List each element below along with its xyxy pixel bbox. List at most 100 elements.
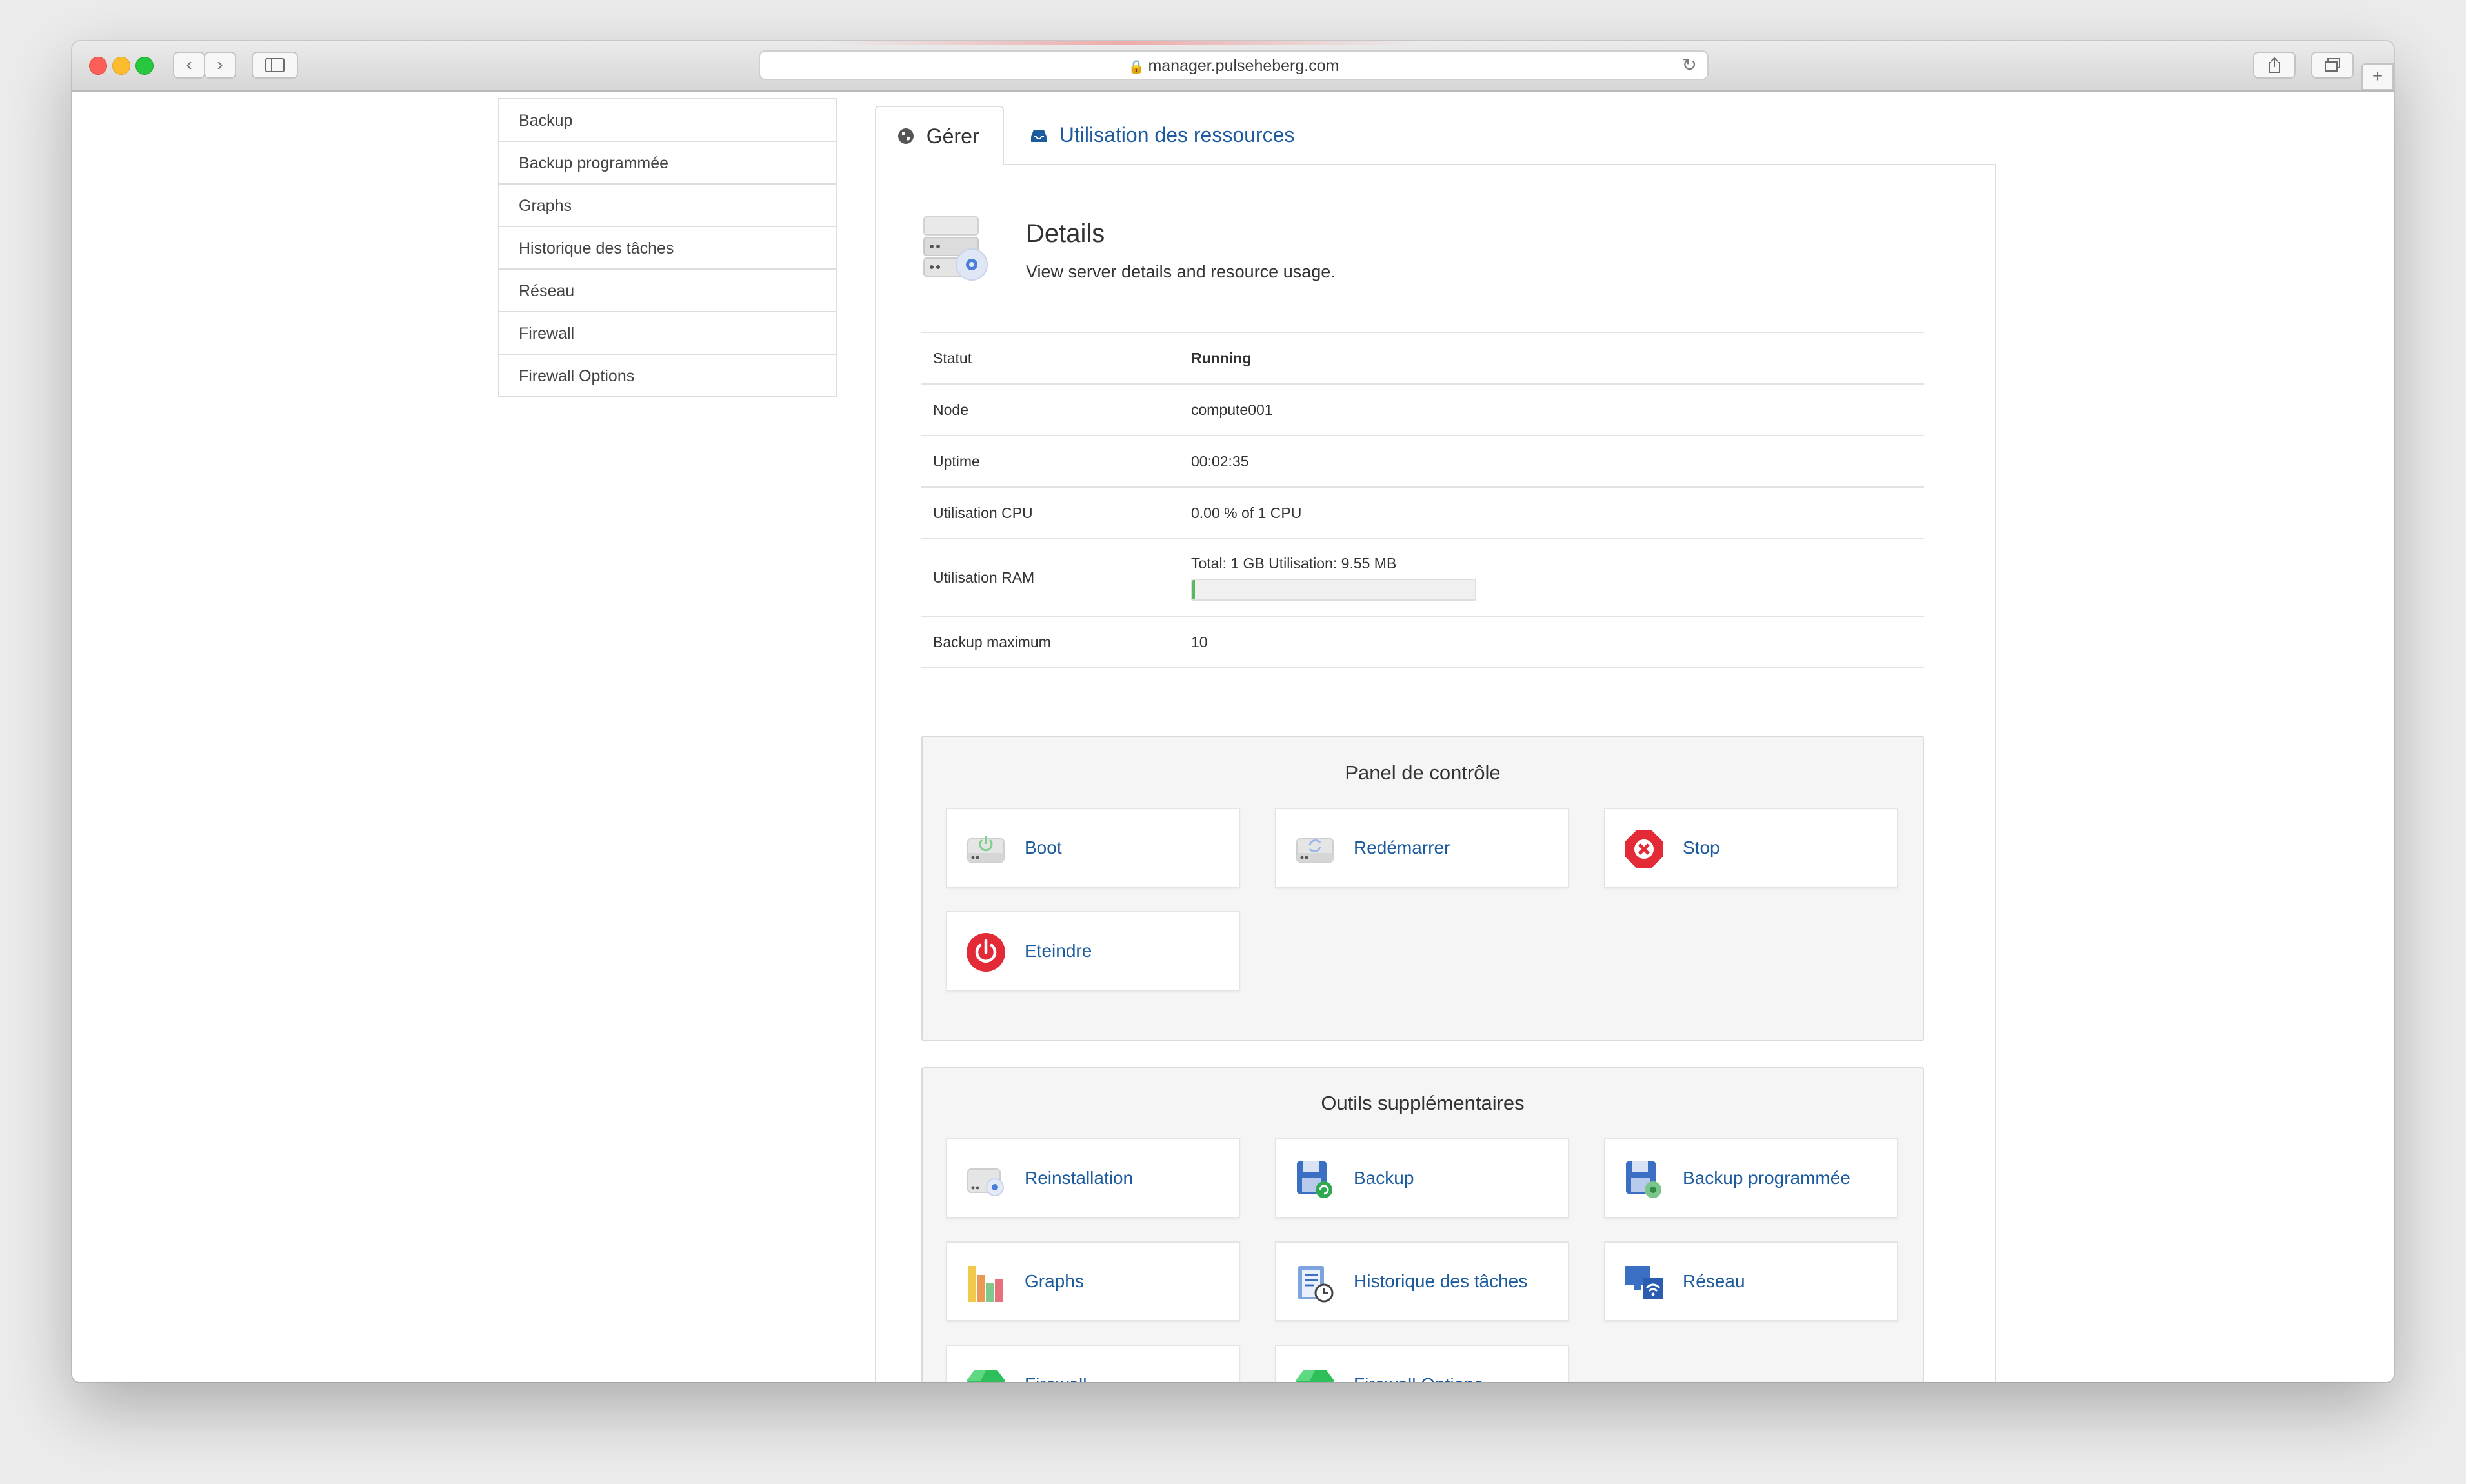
sidebar-item-firewall[interactable]: Firewall <box>499 311 836 354</box>
details-subtitle: View server details and resource usage. <box>1026 262 1336 281</box>
tab-utilisation-label: Utilisation des ressources <box>1059 123 1295 146</box>
server-details-icon <box>923 216 988 281</box>
sidebar-item-backup-programmee[interactable]: Backup programmée <box>499 141 836 183</box>
lock-icon: 🔒 <box>1128 60 1145 74</box>
browser-window: ‹ › 🔒 manager.pulseheberg.com ↻ + Backup … <box>72 41 2394 1382</box>
ram-value: Total: 1 GB Utilisation: 9.55 MB <box>1191 554 1397 572</box>
share-button[interactable] <box>2253 52 2296 79</box>
plus-icon: + <box>2372 66 2383 86</box>
back-button[interactable]: ‹ <box>173 52 205 79</box>
tools-title: Outils supplémentaires <box>1321 1092 1525 1114</box>
tools-box: Outils supplémentaires Reinstallation Ba… <box>921 1067 1924 1382</box>
node-value: compute001 <box>1179 383 1924 436</box>
table-row: Utilisation CPU 0.00 % of 1 CPU <box>921 486 1924 539</box>
ram-progress-fill <box>1192 579 1195 599</box>
globe-icon <box>897 126 920 146</box>
firewall-options-icon <box>1296 1370 1334 1382</box>
ram-progress-bar <box>1191 578 1476 601</box>
stop-label: Stop <box>1683 837 1720 857</box>
table-row: Utilisation RAM Total: 1 GB Utilisation:… <box>921 538 1924 616</box>
firewall-options-button[interactable]: Firewall Options <box>1275 1345 1569 1382</box>
eteindre-button[interactable]: Eteindre <box>946 911 1240 991</box>
page-load-indicator <box>834 41 1414 45</box>
share-icon <box>2269 57 2280 73</box>
zoom-window-button[interactable] <box>135 57 154 75</box>
cpu-value: 0.00 % of 1 CPU <box>1179 486 1924 539</box>
table-row: Node compute001 <box>921 383 1924 436</box>
backup-max-value: 10 <box>1179 616 1924 668</box>
eteindre-label: Eteindre <box>1025 941 1092 961</box>
stop-icon <box>1625 830 1663 868</box>
new-tab-button[interactable]: + <box>2361 63 2394 90</box>
server-restart-icon <box>1296 838 1334 863</box>
reseau-button[interactable]: Réseau <box>1604 1241 1898 1321</box>
sidebar-item-graphs[interactable]: Graphs <box>499 183 836 226</box>
boot-button[interactable]: Boot <box>946 808 1240 888</box>
sidebar-icon <box>265 58 285 72</box>
historique-label: Historique des tâches <box>1354 1271 1528 1291</box>
sidebar-item-historique[interactable]: Historique des tâches <box>499 226 836 268</box>
task-history-icon <box>1298 1266 1334 1303</box>
server-details-table: Statut Running Node compute001 Uptime 00… <box>921 332 1924 668</box>
ram-cell: Total: 1 GB Utilisation: 9.55 MB <box>1179 538 1924 616</box>
sidebar-item-firewall-options[interactable]: Firewall Options <box>499 354 836 396</box>
scheduled-backup-icon <box>1626 1161 1661 1198</box>
tabs-overview-button[interactable] <box>2311 52 2354 79</box>
minimize-window-button[interactable] <box>112 57 130 75</box>
close-window-button[interactable] <box>89 57 107 75</box>
firewall-options-label: Firewall Options <box>1354 1346 1483 1382</box>
chevron-right-icon: › <box>217 54 223 74</box>
backup-programmee-button[interactable]: Backup programmée <box>1604 1138 1898 1218</box>
firewall-label: Firewall <box>1025 1346 1087 1382</box>
row-label: Utilisation CPU <box>921 486 1179 539</box>
backup-icon <box>1297 1161 1332 1198</box>
table-row: Backup maximum 10 <box>921 616 1924 668</box>
row-label: Statut <box>921 332 1179 384</box>
table-row: Statut Running <box>921 332 1924 384</box>
server-power-icon <box>967 836 1005 863</box>
page-content: Backup Backup programmée Graphs Historiq… <box>72 92 2394 1382</box>
historique-button[interactable]: Historique des tâches <box>1275 1241 1569 1321</box>
graphs-label: Graphs <box>1025 1271 1084 1291</box>
row-label: Backup maximum <box>921 616 1179 668</box>
url-text: manager.pulseheberg.com <box>1148 57 1339 75</box>
backup-button[interactable]: Backup <box>1275 1138 1569 1218</box>
tab-gerer[interactable]: Gérer <box>875 106 1004 165</box>
tabs-icon <box>2325 58 2340 72</box>
graphs-icon <box>968 1266 1003 1302</box>
uptime-value: 00:02:35 <box>1179 435 1924 487</box>
reinstallation-button[interactable]: Reinstallation <box>946 1138 1240 1218</box>
reload-icon[interactable]: ↻ <box>1682 54 1697 75</box>
firewall-button[interactable]: Firewall <box>946 1345 1240 1382</box>
chevron-left-icon: ‹ <box>186 54 192 74</box>
sidebar-item-backup[interactable]: Backup <box>499 98 836 141</box>
graphs-button[interactable]: Graphs <box>946 1241 1240 1321</box>
status-value: Running <box>1179 332 1924 384</box>
control-panel-title: Panel de contrôle <box>1345 761 1501 784</box>
address-bar[interactable]: 🔒 manager.pulseheberg.com ↻ <box>759 50 1709 80</box>
control-panel-box: Panel de contrôle Boot Redémarrer Stop E… <box>921 736 1924 1041</box>
reinstallation-label: Reinstallation <box>1025 1168 1134 1188</box>
row-label: Utilisation RAM <box>921 538 1179 616</box>
inbox-icon <box>1030 125 1053 145</box>
power-icon <box>967 933 1005 972</box>
details-title: Details <box>1026 219 1105 248</box>
redemarrer-label: Redémarrer <box>1354 837 1450 857</box>
backup-label: Backup <box>1354 1168 1414 1188</box>
boot-label: Boot <box>1025 837 1062 857</box>
sidebar-toggle-button[interactable] <box>252 52 298 79</box>
redemarrer-button[interactable]: Redémarrer <box>1275 808 1569 888</box>
manage-panel: Details View server details and resource… <box>875 164 1996 1382</box>
reseau-label: Réseau <box>1683 1271 1745 1291</box>
sidebar-item-reseau[interactable]: Réseau <box>499 268 836 311</box>
row-label: Node <box>921 383 1179 436</box>
forward-button[interactable]: › <box>204 52 236 79</box>
tab-utilisation-ressources[interactable]: Utilisation des ressources <box>1004 106 1315 165</box>
stop-button[interactable]: Stop <box>1604 808 1898 888</box>
row-label: Uptime <box>921 435 1179 487</box>
firewall-icon <box>967 1370 1005 1382</box>
tab-gerer-label: Gérer <box>926 125 979 148</box>
reinstall-icon <box>967 1168 1004 1196</box>
sidebar-menu: Backup Backup programmée Graphs Historiq… <box>498 98 837 397</box>
network-icon <box>1625 1266 1663 1299</box>
